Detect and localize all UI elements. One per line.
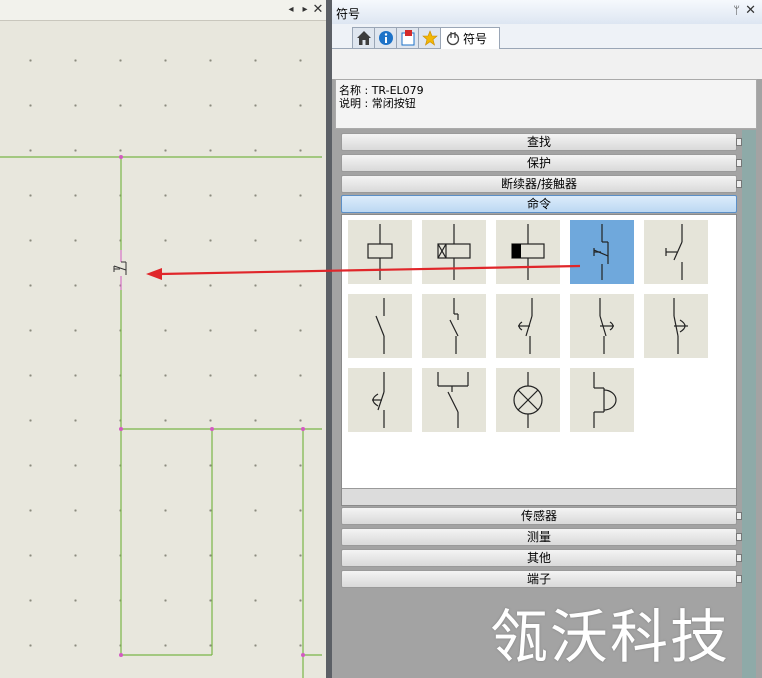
star-icon xyxy=(422,30,438,46)
symbol-icon xyxy=(446,32,460,46)
tab-library[interactable] xyxy=(396,27,420,48)
symbol-panel: 符号 ᛘ ✕ 符号 名称: TR-EL079 说明: 常闭按钮 查找 保护 … xyxy=(332,0,762,678)
close-icon[interactable]: ✕ xyxy=(745,3,756,18)
switch-latched-icon xyxy=(449,298,459,354)
symbol-info-box: 名称 : TR-EL079 说明 : 常闭按钮 xyxy=(335,79,757,129)
home-icon xyxy=(357,31,371,45)
mushroom-button-icon xyxy=(593,372,617,428)
schematic-wires xyxy=(0,155,322,678)
symbol-tile[interactable] xyxy=(496,220,560,284)
nc-pushbutton-icon xyxy=(593,224,609,280)
panel-title-bar: 符号 ᛘ ✕ xyxy=(332,0,762,25)
placed-nc-pushbutton-icon[interactable] xyxy=(113,250,127,290)
symbol-tile[interactable] xyxy=(422,220,486,284)
symbol-tile[interactable] xyxy=(644,294,708,358)
symbol-description: 说明 : 常闭按钮 xyxy=(339,97,416,110)
coil-filled-icon xyxy=(511,224,545,280)
category-terminal[interactable]: 端子 xyxy=(341,570,742,588)
category-command[interactable]: 命令 xyxy=(341,195,737,213)
panel-scrollbar[interactable] xyxy=(742,130,756,678)
symbol-name: 名称 : TR-EL079 xyxy=(339,84,424,97)
tab-symbol[interactable]: 符号 xyxy=(440,27,500,49)
switch-turn-right-icon xyxy=(599,298,614,354)
gallery-scrollbar[interactable] xyxy=(342,488,736,505)
category-other[interactable]: 其他 xyxy=(341,549,742,567)
library-icon xyxy=(401,30,415,46)
symbol-tile[interactable] xyxy=(496,368,560,432)
symbol-gallery xyxy=(341,214,737,506)
category-measure[interactable]: 测量 xyxy=(341,528,742,546)
switch-rotary-icon xyxy=(673,298,688,354)
category-protection[interactable]: 保护 xyxy=(341,154,742,172)
info-icon xyxy=(379,31,393,45)
tab-home[interactable] xyxy=(352,27,376,48)
symbol-tile[interactable] xyxy=(570,294,634,358)
symbol-tile[interactable] xyxy=(348,220,412,284)
lamp-icon xyxy=(513,372,543,428)
drawing-canvas[interactable]: ◂ ▸ ✕ xyxy=(0,0,326,678)
symbol-tile[interactable] xyxy=(570,220,634,284)
symbol-tile[interactable] xyxy=(644,220,708,284)
switch-turn-icon xyxy=(518,298,533,354)
symbol-tile[interactable] xyxy=(348,294,412,358)
symbol-tile[interactable] xyxy=(422,368,486,432)
coil-crossed-icon xyxy=(437,224,471,280)
category-relay-contactor[interactable]: 断续器/接触器 xyxy=(341,175,742,193)
switch-bracket-icon xyxy=(437,372,469,428)
panel-title: 符号 xyxy=(336,7,361,21)
panel-spacer xyxy=(332,49,762,79)
symbol-tile[interactable] xyxy=(570,368,634,432)
category-sensor[interactable]: 传感器 xyxy=(341,507,742,525)
switch-pull-icon xyxy=(372,372,385,428)
symbol-tile[interactable] xyxy=(496,294,560,358)
watermark-logo: 瓴沃科技 xyxy=(490,603,731,671)
coil-icon xyxy=(367,224,393,280)
category-search[interactable]: 查找 xyxy=(341,133,742,151)
tab-favorites[interactable] xyxy=(418,27,442,48)
tab-info[interactable] xyxy=(374,27,398,48)
pin-icon[interactable]: ᛘ xyxy=(733,4,740,17)
tab-symbol-label: 符号 xyxy=(463,32,488,46)
symbol-tile[interactable] xyxy=(422,294,486,358)
panel-tabs: 符号 xyxy=(332,24,762,49)
no-pushbutton-icon xyxy=(665,224,683,280)
symbol-tile[interactable] xyxy=(348,368,412,432)
switch-contact-icon xyxy=(375,298,385,354)
